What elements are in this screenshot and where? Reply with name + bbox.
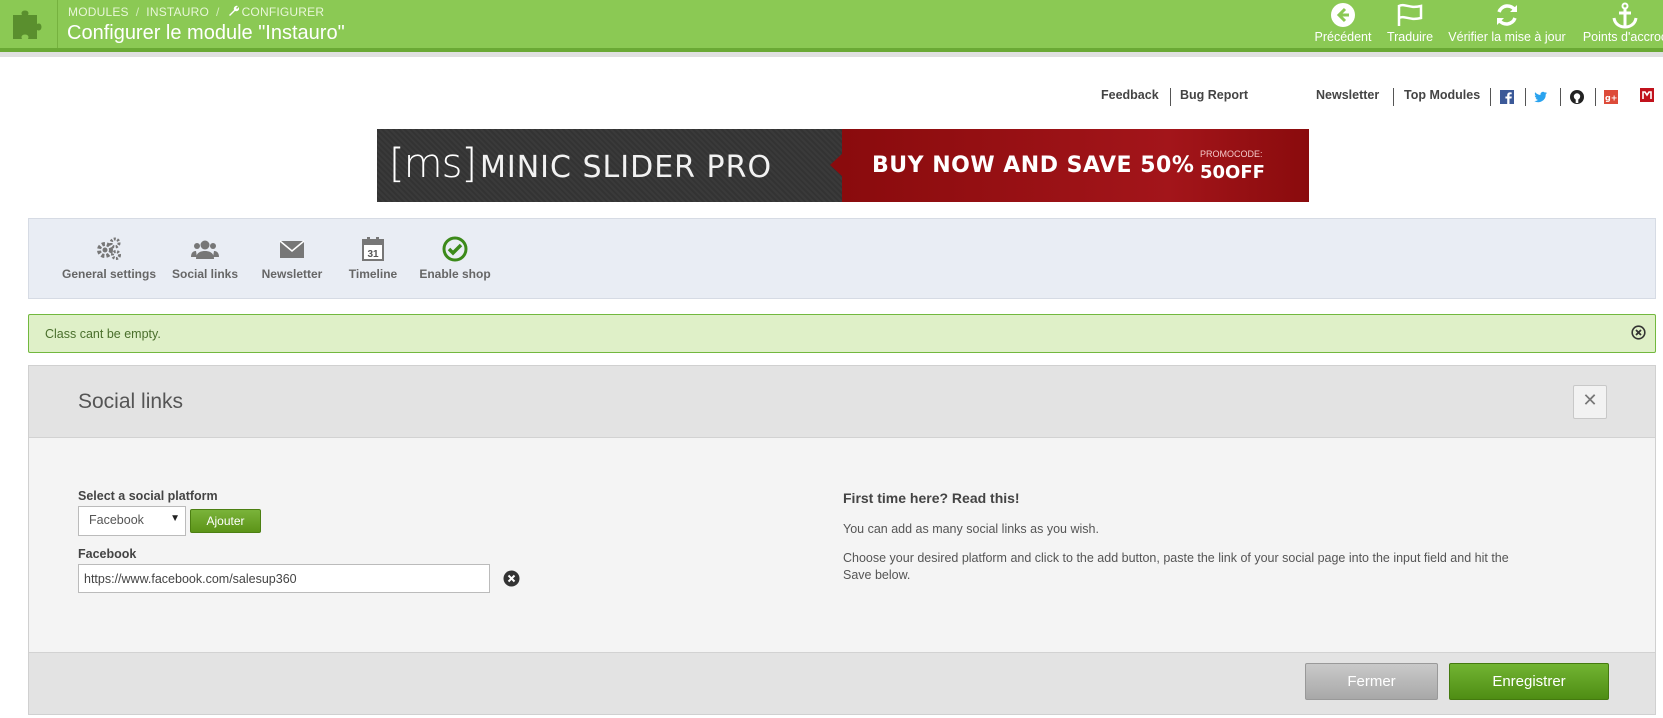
calendar-icon: 31 bbox=[338, 235, 408, 267]
dropdown-arrow-icon: ▼ bbox=[170, 513, 180, 524]
alert-close-icon[interactable] bbox=[1631, 325, 1646, 344]
top-modules-link[interactable]: Top Modules bbox=[1404, 88, 1480, 102]
settings-tabs: General settings Social links Newsletter… bbox=[28, 218, 1656, 299]
link-field-label: Facebook bbox=[78, 547, 137, 561]
tab-general-settings-label: General settings bbox=[61, 267, 157, 281]
check-circle-icon bbox=[415, 235, 495, 267]
breadcrumb: MODULES / INSTAURO / CONFIGURER bbox=[68, 4, 324, 19]
puzzle-icon bbox=[13, 10, 42, 39]
anchor-icon bbox=[1580, 2, 1663, 30]
banner-promo-label: PROMOCODE: bbox=[1200, 149, 1263, 159]
svg-text:g+: g+ bbox=[1605, 94, 1617, 103]
breadcrumb-separator: / bbox=[135, 5, 140, 19]
toolbar-back-button[interactable]: Précédent bbox=[1313, 2, 1373, 44]
tab-enable-shop[interactable]: Enable shop bbox=[415, 235, 495, 281]
help-paragraph: Choose your desired platform and click t… bbox=[843, 551, 1509, 565]
platform-select-value: Facebook bbox=[89, 513, 144, 527]
tab-enable-shop-label: Enable shop bbox=[419, 267, 491, 281]
users-icon bbox=[165, 235, 245, 267]
tab-social-links[interactable]: Social links bbox=[165, 235, 245, 281]
google-plus-icon[interactable]: g+ bbox=[1604, 90, 1618, 104]
arrow-left-circle-icon bbox=[1313, 2, 1373, 30]
banner-logo: [ms] bbox=[389, 141, 477, 187]
banner-promo-code: 50OFF bbox=[1200, 162, 1265, 183]
breadcrumb-configurer: CONFIGURER bbox=[241, 5, 325, 19]
banner-right-panel: BUY NOW AND SAVE 50% PROMOCODE: 50OFF bbox=[842, 129, 1309, 202]
remove-link-icon[interactable] bbox=[503, 570, 520, 591]
toolbar-hooks-label: Points d'accroc bbox=[1582, 30, 1663, 44]
panel-header: Social links ✕ bbox=[29, 366, 1655, 438]
newsletter-link[interactable]: Newsletter bbox=[1316, 88, 1379, 102]
calendar-day: 31 bbox=[367, 249, 379, 260]
toolbar-translate-button[interactable]: Traduire bbox=[1384, 2, 1436, 44]
banner-cta: BUY NOW AND SAVE 50% bbox=[872, 153, 1195, 178]
help-paragraph: You can add as many social links as you … bbox=[843, 522, 1099, 536]
link-divider bbox=[1490, 88, 1491, 106]
link-divider bbox=[1560, 88, 1561, 106]
github-icon[interactable] bbox=[1570, 90, 1584, 104]
refresh-icon bbox=[1446, 2, 1568, 30]
close-button[interactable]: Fermer bbox=[1305, 663, 1438, 700]
module-logo bbox=[0, 0, 58, 48]
tab-newsletter-label: Newsletter bbox=[261, 267, 323, 281]
page-title: Configurer le module "Instauro" bbox=[67, 22, 345, 44]
tab-social-links-label: Social links bbox=[171, 267, 239, 281]
tab-timeline[interactable]: 31 Timeline bbox=[338, 235, 408, 281]
help-title: First time here? Read this! bbox=[843, 490, 1020, 506]
envelope-icon bbox=[247, 235, 337, 267]
tab-timeline-label: Timeline bbox=[348, 267, 398, 281]
add-platform-button[interactable]: Ajouter bbox=[190, 509, 261, 533]
m-brand-icon[interactable] bbox=[1640, 88, 1654, 102]
platform-select[interactable]: Facebook ▼ bbox=[78, 506, 186, 536]
link-divider bbox=[1393, 88, 1394, 106]
platform-label: Select a social platform bbox=[78, 489, 218, 503]
bug-report-link[interactable]: Bug Report bbox=[1180, 88, 1248, 102]
social-links-panel: Social links ✕ Select a social platform … bbox=[28, 365, 1656, 715]
feedback-link[interactable]: Feedback bbox=[1101, 88, 1159, 102]
link-divider bbox=[1595, 88, 1596, 106]
help-paragraph: Save below. bbox=[843, 568, 911, 582]
gears-icon bbox=[49, 235, 169, 267]
toolbar-check-update-button[interactable]: Vérifier la mise à jour bbox=[1446, 2, 1568, 44]
tab-newsletter[interactable]: Newsletter bbox=[247, 235, 337, 281]
header-shadow bbox=[0, 52, 1663, 57]
toolbar-back-label: Précédent bbox=[1314, 30, 1372, 44]
toolbar-translate-label: Traduire bbox=[1386, 30, 1434, 44]
facebook-url-input[interactable]: https://www.facebook.com/salesup360 bbox=[78, 564, 490, 593]
flag-icon bbox=[1384, 2, 1436, 30]
link-divider bbox=[1525, 88, 1526, 106]
save-button[interactable]: Enregistrer bbox=[1449, 663, 1609, 700]
breadcrumb-instauro[interactable]: INSTAURO bbox=[146, 5, 209, 19]
alert-message: Class cant be empty. bbox=[28, 314, 1656, 353]
panel-footer: Fermer Enregistrer bbox=[29, 652, 1655, 714]
wrench-icon bbox=[227, 4, 239, 19]
link-divider bbox=[1170, 88, 1171, 106]
toolbar-hooks-button[interactable]: Points d'accroc bbox=[1580, 2, 1663, 44]
facebook-icon[interactable] bbox=[1500, 90, 1514, 104]
twitter-icon[interactable] bbox=[1534, 90, 1548, 104]
banner-title: MINIC SLIDER PRO bbox=[480, 150, 773, 185]
banner-left-panel: [ms] MINIC SLIDER PRO bbox=[377, 129, 842, 202]
close-icon[interactable]: ✕ bbox=[1573, 385, 1607, 419]
breadcrumb-separator: / bbox=[216, 5, 220, 19]
alert-text: Class cant be empty. bbox=[45, 327, 161, 341]
top-header: MODULES / INSTAURO / CONFIGURER Configurer l… bbox=[0, 0, 1663, 48]
toolbar-check-update-label: Vérifier la mise à jour bbox=[1448, 30, 1566, 44]
breadcrumb-modules[interactable]: MODULES bbox=[68, 5, 129, 19]
tab-general-settings[interactable]: General settings bbox=[49, 235, 169, 281]
panel-title: Social links bbox=[78, 390, 184, 413]
promo-banner[interactable]: [ms] MINIC SLIDER PRO BUY NOW AND SAVE 5… bbox=[377, 129, 1309, 202]
